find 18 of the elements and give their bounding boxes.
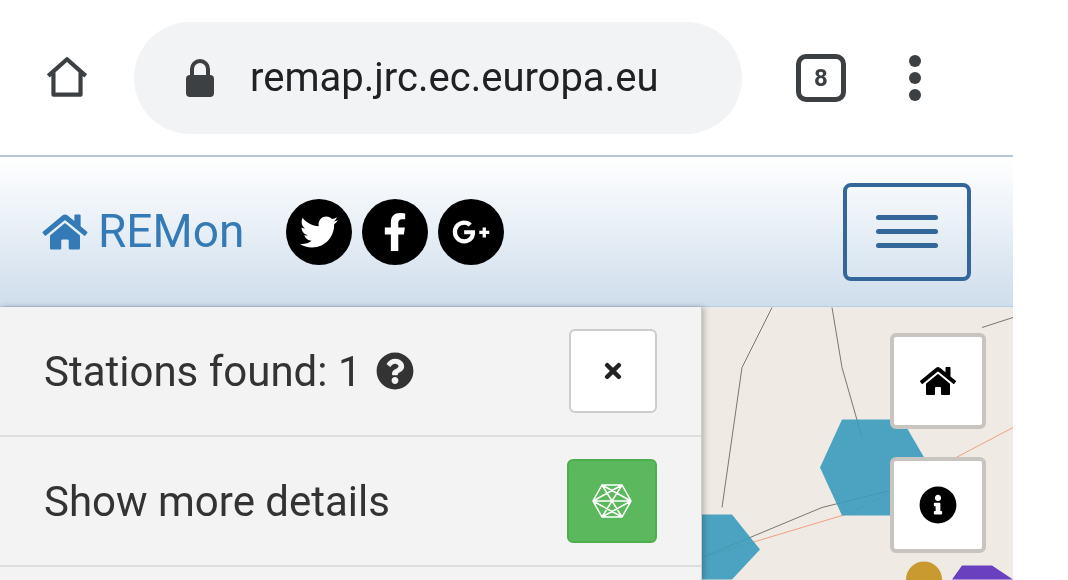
home-icon [42,211,88,252]
info-button[interactable] [890,457,986,553]
url-text: remap.jrc.ec.europa.eu [250,52,659,103]
home-icon [920,365,956,397]
details-button[interactable] [567,459,657,543]
tab-count[interactable]: 8 [796,53,846,102]
close-button[interactable] [569,329,657,413]
menu-button[interactable] [843,182,971,281]
address-bar[interactable]: remap.jrc.ec.europa.eu [134,21,742,134]
help-icon[interactable] [375,352,414,390]
info-icon [919,486,957,524]
more-icon[interactable] [908,53,922,102]
stations-label: Stations found: 1 [44,345,362,398]
hexagon-icon [592,483,632,519]
lock-icon [184,58,216,97]
details-label: Show more details [44,475,390,528]
home-button[interactable] [890,333,986,429]
brand-link[interactable]: REMon [42,197,245,266]
